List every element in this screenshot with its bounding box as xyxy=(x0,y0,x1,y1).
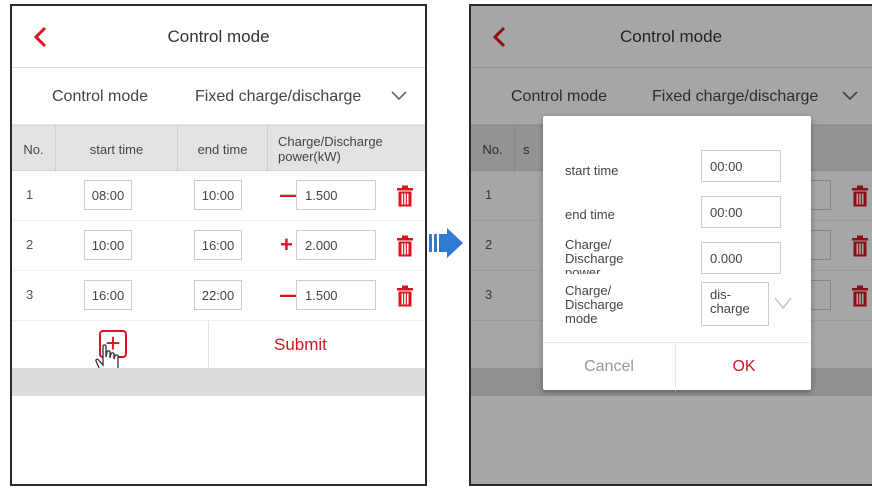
end-time-label: end time xyxy=(565,207,615,222)
arrow-right-icon xyxy=(429,228,463,258)
start-time-label: start time xyxy=(565,163,619,178)
trash-icon[interactable] xyxy=(396,285,414,307)
divider xyxy=(208,321,209,368)
table-header: No. start time end time Charge/Discharge… xyxy=(12,125,425,172)
control-mode-row[interactable]: Control mode Fixed charge/discharge xyxy=(12,68,425,125)
col-start-time: start time xyxy=(55,126,177,172)
power-input[interactable]: 2.000 xyxy=(296,230,376,260)
chevron-down-icon[interactable] xyxy=(773,296,793,310)
start-time-input[interactable]: 00:00 xyxy=(701,150,781,182)
right-screen: Control mode Control mode Fixed charge/d… xyxy=(469,4,872,486)
table-row: 1 08:00 10:00 — 1.500 xyxy=(12,171,425,221)
add-period-dialog: start time 00:00 end time 00:00 Charge/ … xyxy=(543,116,811,391)
page-title: Control mode xyxy=(167,27,270,46)
trash-icon[interactable] xyxy=(396,235,414,257)
mode-select[interactable]: dis- charge xyxy=(701,282,769,326)
table-row: 3 16:00 22:00 — 1.500 xyxy=(12,271,425,321)
trash-icon[interactable] xyxy=(396,185,414,207)
col-power: Charge/Discharge power(kW) xyxy=(278,134,383,164)
mode-label: Charge/ Discharge mode xyxy=(565,284,624,324)
ok-button[interactable]: OK xyxy=(677,343,811,391)
power-input[interactable]: 0.000 xyxy=(701,242,781,274)
control-mode-label: Control mode xyxy=(52,88,149,105)
end-time-input[interactable]: 16:00 xyxy=(194,230,242,260)
chevron-down-icon[interactable] xyxy=(390,90,408,102)
power-label: Charge/ Discharge power xyxy=(565,238,624,274)
footer-strip xyxy=(12,368,425,396)
start-time-input[interactable]: 16:00 xyxy=(84,280,132,310)
action-bar: + Submit xyxy=(12,321,425,376)
row-number: 1 xyxy=(26,187,34,202)
end-time-input[interactable]: 10:00 xyxy=(194,180,242,210)
dialog-buttons: Cancel OK xyxy=(543,342,811,391)
row-number: 2 xyxy=(26,237,34,252)
power-input[interactable]: 1.500 xyxy=(296,280,376,310)
left-screen: Control mode Control mode Fixed charge/d… xyxy=(10,4,427,486)
col-no: No. xyxy=(23,141,44,157)
col-end-time: end time xyxy=(177,126,267,172)
submit-button[interactable]: Submit xyxy=(274,335,327,355)
start-time-input[interactable]: 10:00 xyxy=(84,230,132,260)
control-mode-value[interactable]: Fixed charge/discharge xyxy=(195,88,361,106)
end-time-input[interactable]: 00:00 xyxy=(701,196,781,228)
app-header: Control mode xyxy=(12,6,425,68)
table-row: 2 10:00 16:00 + 2.000 xyxy=(12,221,425,271)
power-input[interactable]: 1.500 xyxy=(296,180,376,210)
end-time-input[interactable]: 22:00 xyxy=(194,280,242,310)
start-time-input[interactable]: 08:00 xyxy=(84,180,132,210)
sign-toggle[interactable]: + xyxy=(280,230,293,260)
row-number: 3 xyxy=(26,287,34,302)
cancel-button[interactable]: Cancel xyxy=(543,343,676,391)
